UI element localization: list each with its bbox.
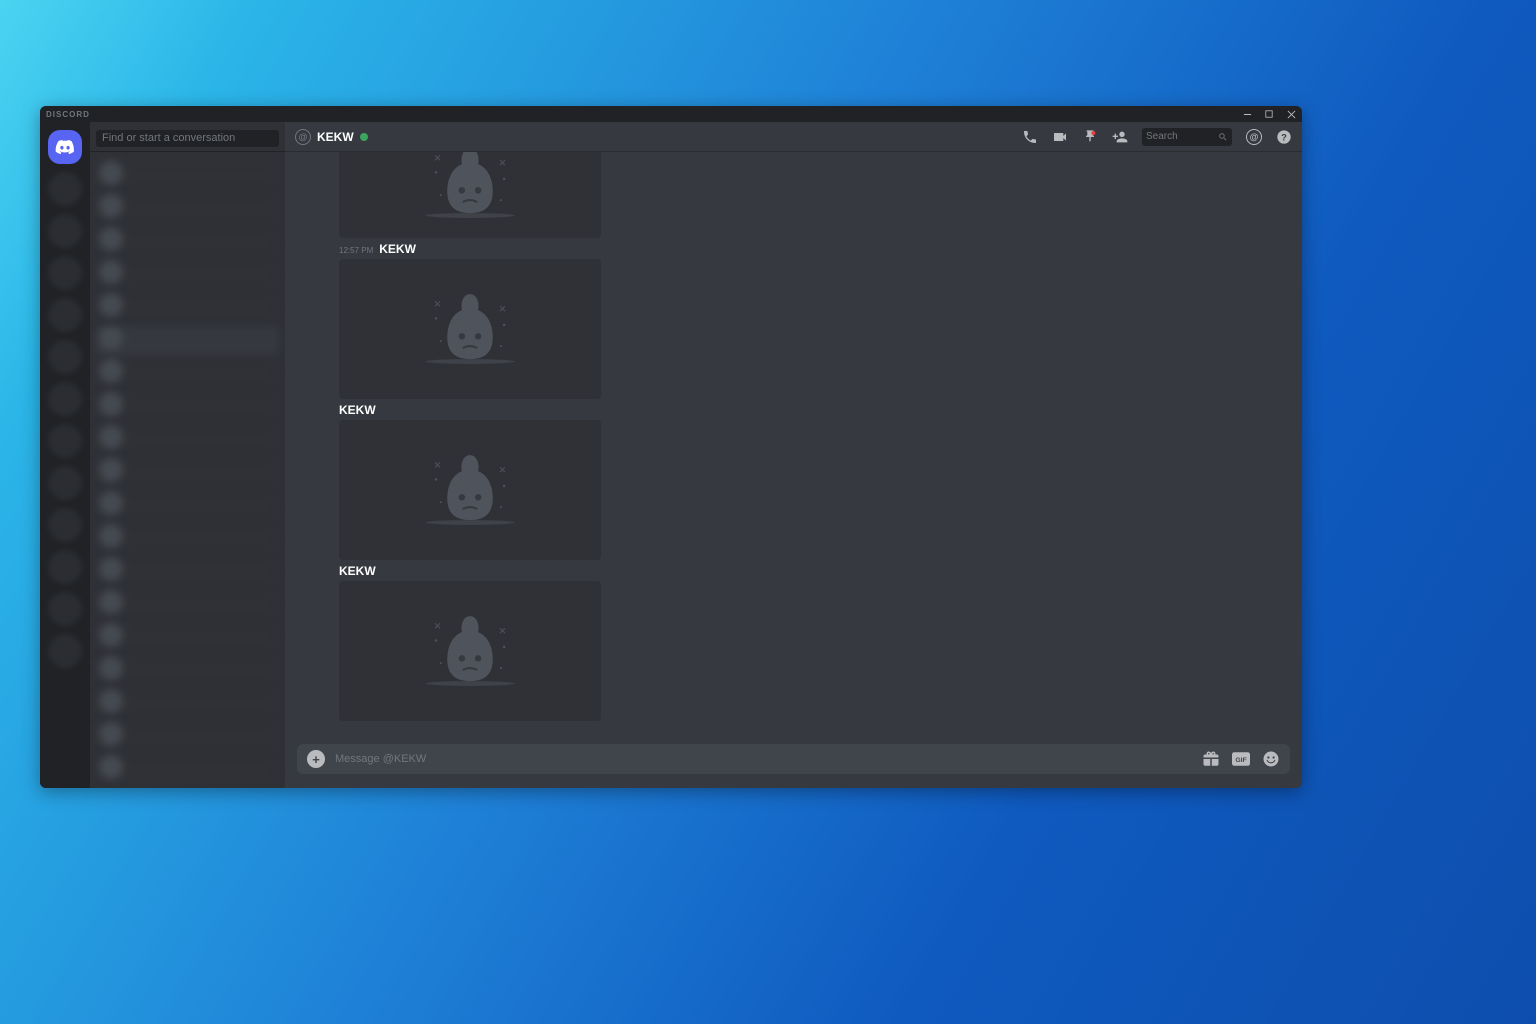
inbox-button[interactable]: @ [1246,129,1262,145]
message [297,152,1290,238]
dm-search-input[interactable] [96,130,279,147]
dm-item[interactable] [96,722,279,752]
dm-item[interactable] [96,359,279,389]
message-author[interactable]: KEKW [339,403,376,417]
image-attachment[interactable] [339,581,601,721]
message-search-input[interactable] [1146,131,1214,142]
wumpus-placeholder-icon [405,606,535,696]
image-attachment[interactable] [339,420,601,560]
wumpus-placeholder-icon [405,284,535,374]
start-video-call-button[interactable] [1052,129,1068,145]
dm-item[interactable] [96,293,279,323]
server-item[interactable] [48,466,82,500]
server-list [40,122,90,788]
message: KEKW [297,403,1290,560]
dm-item[interactable] [96,425,279,455]
wumpus-placeholder-icon [405,152,535,228]
image-attachment[interactable] [339,259,601,399]
server-item[interactable] [48,508,82,542]
server-item[interactable] [48,634,82,668]
attach-button[interactable]: + [307,750,325,768]
message-list[interactable]: 12:57 PM KEKW KEKW KEKW [285,152,1302,734]
help-button[interactable]: ? [1276,129,1292,145]
message: KEKW [297,564,1290,721]
dm-item[interactable] [96,689,279,719]
dm-item-selected[interactable] [96,326,279,356]
dm-item[interactable] [96,755,279,785]
at-icon: @ [295,129,311,145]
gif-button[interactable]: GIF [1232,750,1250,768]
discord-window: DISCORD [40,106,1302,788]
dm-item[interactable] [96,557,279,587]
server-item[interactable] [48,340,82,374]
message-author[interactable]: KEKW [379,242,416,256]
dm-item[interactable] [96,623,279,653]
app-name-label: DISCORD [46,110,90,119]
dm-item[interactable] [96,392,279,422]
message-timestamp: 12:57 PM [339,246,373,255]
message-input[interactable] [335,753,1192,765]
gift-button[interactable] [1202,750,1220,768]
server-item[interactable] [48,382,82,416]
server-item[interactable] [48,172,82,206]
dm-search-container [90,122,285,152]
server-item[interactable] [48,424,82,458]
chat-header: @ KEKW [285,122,1302,152]
message-author[interactable]: KEKW [339,564,376,578]
dm-item[interactable] [96,161,279,191]
dm-list[interactable] [90,152,285,788]
home-button[interactable] [48,130,82,164]
server-item[interactable] [48,256,82,290]
server-item[interactable] [48,214,82,248]
minimize-button[interactable] [1236,106,1258,122]
search-icon [1218,132,1228,142]
add-friends-button[interactable] [1112,129,1128,145]
server-item[interactable] [48,550,82,584]
dm-item[interactable] [96,194,279,224]
discord-logo-icon [55,137,75,157]
image-attachment[interactable] [339,152,601,238]
dm-item[interactable] [96,458,279,488]
start-voice-call-button[interactable] [1022,129,1038,145]
message: 12:57 PM KEKW [297,242,1290,399]
svg-text:?: ? [1281,132,1287,142]
composer-row: + GIF [285,734,1302,788]
maximize-button[interactable] [1258,106,1280,122]
server-item[interactable] [48,592,82,626]
dm-sidebar [90,122,285,788]
message-search[interactable] [1142,128,1232,146]
dm-item[interactable] [96,524,279,554]
pinned-messages-button[interactable] [1082,129,1098,145]
dm-item[interactable] [96,491,279,521]
window-titlebar: DISCORD [40,106,1302,122]
server-item[interactable] [48,298,82,332]
wumpus-placeholder-icon [405,445,535,535]
composer-box[interactable]: + GIF [297,744,1290,774]
svg-text:GIF: GIF [1235,757,1246,764]
online-status-icon [360,133,368,141]
chat-main: @ KEKW [285,122,1302,788]
dm-item[interactable] [96,590,279,620]
dm-item[interactable] [96,227,279,257]
emoji-button[interactable] [1262,750,1280,768]
dm-item[interactable] [96,656,279,686]
dm-item[interactable] [96,260,279,290]
close-button[interactable] [1280,106,1302,122]
chat-recipient-name: KEKW [317,130,354,144]
desktop-background: DISCORD [0,0,1536,1024]
